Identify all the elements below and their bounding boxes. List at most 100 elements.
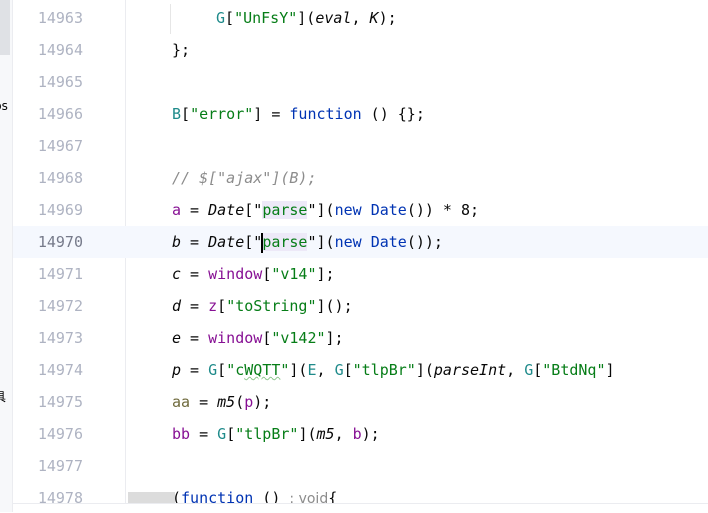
code-token: K — [369, 9, 379, 27]
line-number[interactable]: 14973 — [13, 322, 83, 354]
code-token: = — [181, 329, 209, 347]
code-token: }; — [172, 41, 191, 59]
line-number[interactable]: 14978 — [13, 482, 83, 503]
code-token: = — [181, 297, 209, 315]
code-token: [ — [226, 425, 236, 443]
code-token: function — [181, 489, 254, 503]
code-token: G — [524, 361, 534, 379]
line-number[interactable]: 14970 — [13, 226, 83, 258]
line-number[interactable]: 14977 — [13, 450, 83, 482]
code-token: = — [190, 393, 218, 411]
code-token: window — [208, 329, 263, 347]
code-token: , — [506, 361, 525, 379]
code-token: // $["ajax"](B); — [172, 169, 317, 187]
code-editor[interactable]: 14963 G["UnFsY"](eval, K); 14964}; 14965 149… — [13, 0, 708, 503]
code-line[interactable]: 14977 — [13, 450, 708, 482]
code-token: Date — [370, 201, 407, 219]
code-text: b = Date["parse"](new Date()); — [172, 226, 443, 258]
code-line[interactable]: 14970 b = Date["parse"](new Date()); — [13, 226, 708, 258]
code-token: "toString" — [226, 297, 317, 315]
line-number[interactable]: 14963 — [13, 2, 83, 34]
code-token: = — [181, 361, 209, 379]
line-number[interactable]: 14971 — [13, 258, 83, 290]
indent-guide — [170, 4, 171, 34]
code-line[interactable]: 14969 a = Date["parse"](new Date()) * 8; — [13, 194, 708, 226]
line-number[interactable]: 14969 — [13, 194, 83, 226]
code-token: e — [172, 329, 182, 347]
tool-window-strip: ps 具 — [0, 0, 13, 512]
code-token: [ — [533, 361, 543, 379]
code-token: ](); — [316, 297, 353, 315]
code-text: B["error"] = function () {}; — [172, 98, 425, 130]
code-token: [ — [225, 9, 235, 27]
code-token: = — [181, 233, 209, 251]
code-token: b — [172, 233, 182, 251]
code-line[interactable]: 14972 d = z["toString"](); — [13, 290, 708, 322]
code-token: Date — [208, 201, 245, 219]
code-token: "v14" — [271, 265, 317, 283]
code-line[interactable]: 14973 e = window["v142"]; — [13, 322, 708, 354]
line-number[interactable]: 14964 — [13, 34, 83, 66]
code-text: (function () : void{ — [172, 482, 337, 503]
code-token: "error" — [190, 105, 254, 123]
code-line[interactable]: 14976 bb = G["tlpBr"](m5, b); — [13, 418, 708, 450]
code-token: [ — [181, 105, 191, 123]
code-line[interactable]: 14968 // $["ajax"](B); — [13, 162, 708, 194]
code-text: a = Date["parse"](new Date()) * 8; — [172, 194, 479, 226]
line-number[interactable]: 14966 — [13, 98, 83, 130]
line-number[interactable]: 14967 — [13, 130, 83, 162]
code-token: ] = — [253, 105, 290, 123]
line-number[interactable]: 14968 — [13, 162, 83, 194]
code-token: m5 — [316, 425, 335, 443]
code-token: , — [334, 425, 353, 443]
code-token: [ — [217, 361, 227, 379]
line-number[interactable]: 14972 — [13, 290, 83, 322]
code-token: bb — [172, 425, 191, 443]
code-line[interactable]: 14967 — [13, 130, 708, 162]
code-text: d = z["toString"](); — [172, 290, 353, 322]
tool-window-tab[interactable] — [0, 0, 10, 55]
code-line[interactable]: 14974 p = G["cWQTT"](E, G["tlpBr"](parseI… — [13, 354, 708, 386]
code-token: , — [316, 361, 335, 379]
code-token: parseInt — [433, 361, 507, 379]
code-token: parse — [262, 201, 308, 219]
code-token: ]( — [297, 9, 316, 27]
code-token: "]( — [307, 201, 335, 219]
code-token: : void — [289, 491, 329, 503]
code-token: { — [328, 489, 338, 503]
code-token: z — [208, 297, 218, 315]
line-number[interactable]: 14975 — [13, 386, 83, 418]
horizontal-scrollbar-thumb[interactable] — [128, 492, 175, 503]
code-token: window — [208, 265, 263, 283]
line-number[interactable]: 14976 — [13, 418, 83, 450]
code-line[interactable]: 14971 c = window["v14"]; — [13, 258, 708, 290]
tool-window-label[interactable]: 具 — [0, 388, 6, 405]
code-token: Date — [370, 233, 407, 251]
code-token: G — [216, 9, 226, 27]
code-line[interactable]: 14975 aa = m5(p); — [13, 386, 708, 418]
tool-window-label[interactable]: ps — [0, 99, 8, 113]
code-token: [" — [244, 201, 263, 219]
code-token: G — [217, 425, 227, 443]
code-text: c = window["v14"]; — [172, 258, 335, 290]
code-token: "v142" — [271, 329, 326, 347]
line-number[interactable]: 14974 — [13, 354, 83, 386]
code-line[interactable]: 14966 B["error"] = function () {}; — [13, 98, 708, 130]
text-caret — [261, 232, 264, 253]
code-token: aa — [172, 393, 191, 411]
code-token: [ — [262, 329, 272, 347]
code-line[interactable]: 14964}; — [13, 34, 708, 66]
code-line[interactable]: 14965 — [13, 66, 708, 98]
code-token: ( — [235, 393, 245, 411]
code-token: function — [289, 105, 362, 123]
code-token: [ — [217, 297, 227, 315]
line-number[interactable]: 14965 — [13, 66, 83, 98]
code-token: c — [172, 265, 182, 283]
code-token: ]( — [289, 361, 308, 379]
code-token: new — [334, 201, 362, 219]
code-line[interactable]: 14963 G["UnFsY"](eval, K); — [13, 2, 708, 34]
code-token: ] — [605, 361, 615, 379]
code-token: ]( — [298, 425, 317, 443]
code-line[interactable]: 14978 (function () : void{ — [13, 482, 708, 503]
